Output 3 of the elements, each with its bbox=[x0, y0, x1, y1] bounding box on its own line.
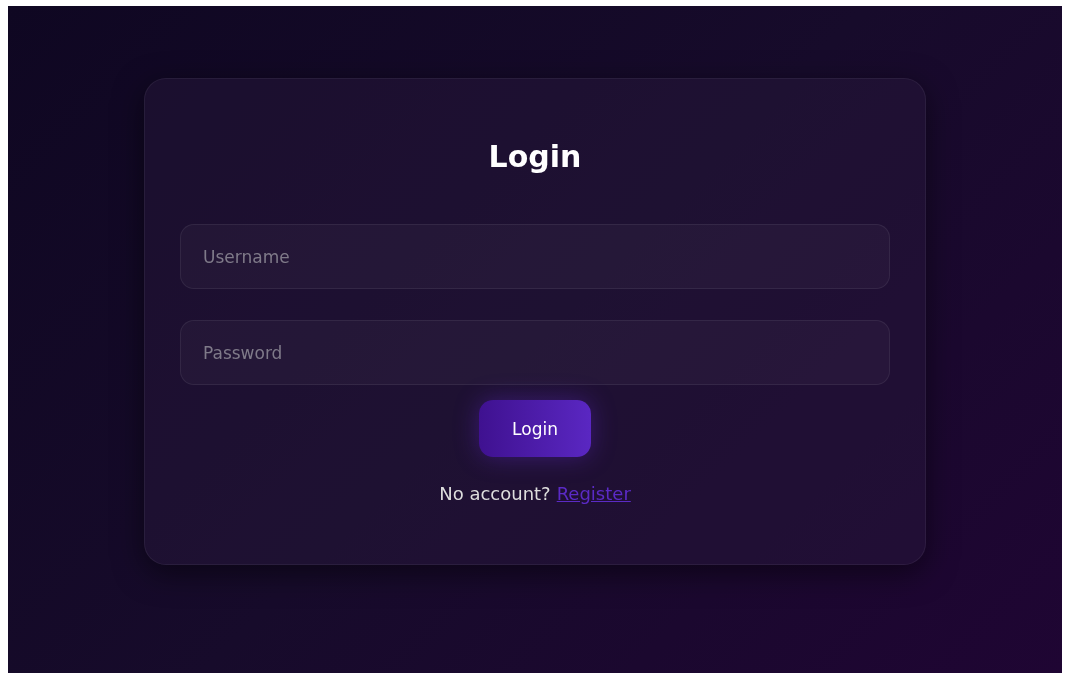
login-button[interactable]: Login bbox=[479, 400, 591, 457]
login-title: Login bbox=[488, 139, 582, 174]
footer-text: No account? bbox=[439, 483, 551, 504]
